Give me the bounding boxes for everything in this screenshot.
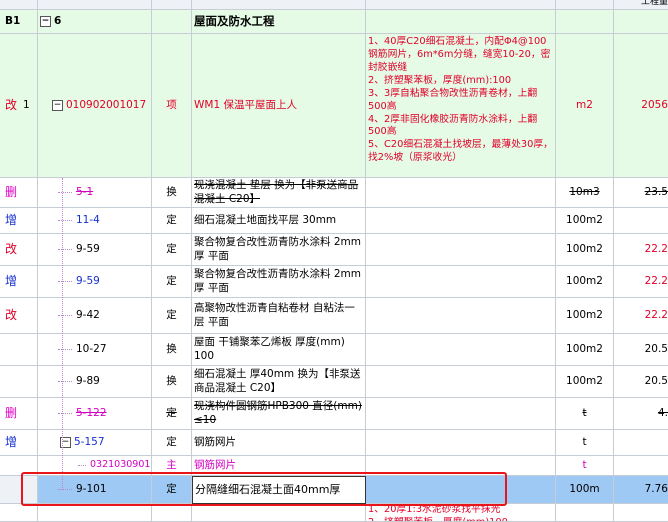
item-qty: 2056	[614, 34, 668, 178]
quota-unit: t	[556, 430, 614, 456]
quota-qty: 20.5	[614, 334, 668, 366]
quota-unit: 100m2	[556, 208, 614, 234]
quota-unit: t	[556, 398, 614, 430]
material-code: 0321030901	[90, 459, 151, 471]
quota-code: 5-157	[74, 435, 105, 448]
quota-name: 聚合物复合改性沥青防水涂料 2mm厚 平面	[192, 266, 366, 298]
status-flag	[0, 456, 38, 476]
quota-name: 细石混凝土地面找平层 30mm	[192, 208, 366, 234]
quota-unit: 100m2	[556, 266, 614, 298]
quota-qty: 20.5	[614, 366, 668, 398]
selected-quota-row[interactable]: 9-101 定 分隔缝细石混凝土面40mm厚 100m 7.76	[0, 476, 668, 504]
item-name: WM1 保温平屋面上人	[192, 34, 366, 178]
collapse-icon[interactable]: −	[40, 16, 51, 27]
quota-name: 屋面 干铺聚苯乙烯板 厚度(mm) 100	[192, 334, 366, 366]
quota-row[interactable]: 增 11-4 定 细石混凝土地面找平层 30mm 100m2	[0, 208, 668, 234]
status-flag: 删	[0, 398, 38, 430]
quota-qty: 7.76	[614, 476, 668, 504]
item-unit: m2	[556, 34, 614, 178]
section-title: 屋面及防水工程	[192, 10, 366, 34]
status-flag: 增	[0, 208, 38, 234]
status-flag: 增	[0, 266, 38, 298]
quota-unit: 100m2	[556, 234, 614, 266]
quota-unit: 100m2	[556, 298, 614, 334]
collapse-icon[interactable]: −	[52, 100, 63, 111]
quota-qty: 23.5	[614, 178, 668, 208]
quota-type: 换	[152, 334, 192, 366]
quota-name: 现浇混凝土 垫层 换为【非泵送商品混凝土 C20】	[192, 178, 366, 208]
quota-name: 钢筋网片	[192, 430, 366, 456]
status-flag	[0, 476, 38, 504]
quota-row[interactable]: 增 9-59 定 聚合物复合改性沥青防水涂料 2mm厚 平面 100m2 22.…	[0, 266, 668, 298]
tree-connector	[62, 178, 63, 490]
quota-grid: 工程量 B1 − 6 屋面及防水工程 改 1 − 010902001017 项 …	[0, 0, 668, 522]
material-qty	[614, 456, 668, 476]
header-fragment: 工程量	[614, 0, 668, 10]
quota-code: 9-59	[76, 274, 100, 287]
quota-unit: 100m	[556, 476, 614, 504]
section-id: B1	[0, 10, 38, 34]
quota-qty: 22.2	[614, 298, 668, 334]
quota-type: 定	[152, 298, 192, 334]
section-number: 6	[54, 14, 62, 27]
material-row[interactable]: 0321030901 主 钢筋网片 t	[0, 456, 668, 476]
material-name: 钢筋网片	[192, 456, 366, 476]
item-type: 项	[152, 34, 192, 178]
quota-code: 9-59	[76, 242, 100, 255]
quota-name: 细石混凝土 厚40mm 换为【非泵送商品混凝土 C20】	[192, 366, 366, 398]
next-item-features: 1、20厚1:3水泥砂浆找平抹光 2、挤塑聚苯板，厚度(mm)100	[366, 504, 556, 522]
quota-name-editor[interactable]: 分隔缝细石混凝土面40mm厚	[192, 476, 366, 504]
quota-code: 5-1	[76, 185, 94, 198]
quota-type: 定	[152, 208, 192, 234]
quota-row[interactable]: 增 −5-157 定 钢筋网片 t	[0, 430, 668, 456]
header-fragment-row: 工程量	[0, 0, 668, 10]
quota-unit: 10m3	[556, 178, 614, 208]
quota-type: 定	[152, 430, 192, 456]
quota-type: 换	[152, 178, 192, 208]
quota-type: 换	[152, 366, 192, 398]
quota-row[interactable]: 9-89 换 细石混凝土 厚40mm 换为【非泵送商品混凝土 C20】 100m…	[0, 366, 668, 398]
status-flag	[0, 366, 38, 398]
quota-type: 定	[152, 234, 192, 266]
quota-qty: 22.2	[614, 266, 668, 298]
material-unit: t	[556, 456, 614, 476]
status-flag: 增	[0, 430, 38, 456]
row-index: 1	[23, 98, 30, 111]
item-features: 1、40厚C20细石混凝土，内配Φ4@100钢筋网片，6m*6m分缝，缝宽10-…	[366, 34, 556, 178]
quota-type: 定	[152, 266, 192, 298]
status-flag	[0, 334, 38, 366]
quota-type: 定	[152, 398, 192, 430]
quota-code: 9-101	[76, 482, 107, 495]
status-flag: 删	[0, 178, 38, 208]
quota-code: 11-4	[76, 213, 100, 226]
quota-qty: 4.	[614, 398, 668, 430]
material-type: 主	[152, 456, 192, 476]
section-row[interactable]: B1 − 6 屋面及防水工程	[0, 10, 668, 34]
quota-row[interactable]: 删 5-122 定 现浇构件圆钢筋HPB300 直径(mm) ≤10 t 4.	[0, 398, 668, 430]
quota-qty: 22.2	[614, 234, 668, 266]
quota-unit: 100m2	[556, 334, 614, 366]
quota-row[interactable]: 10-27 换 屋面 干铺聚苯乙烯板 厚度(mm) 100 100m2 20.5	[0, 334, 668, 366]
quota-qty	[614, 208, 668, 234]
quota-code: 5-122	[76, 406, 107, 419]
quota-name: 聚合物复合改性沥青防水涂料 2mm厚 平面	[192, 234, 366, 266]
item-code: 010902001017	[66, 98, 147, 111]
status-flag: 改	[5, 97, 18, 112]
quota-code: 10-27	[76, 342, 107, 355]
quota-unit: 100m2	[556, 366, 614, 398]
quota-row[interactable]: 删 5-1 换 现浇混凝土 垫层 换为【非泵送商品混凝土 C20】 10m3 2…	[0, 178, 668, 208]
status-flag: 改	[0, 298, 38, 334]
next-item-row[interactable]: 1、20厚1:3水泥砂浆找平抹光 2、挤塑聚苯板，厚度(mm)100	[0, 504, 668, 522]
quota-qty	[614, 430, 668, 456]
status-flag: 改	[0, 234, 38, 266]
main-item-row[interactable]: 改 1 − 010902001017 项 WM1 保温平屋面上人 1、40厚C2…	[0, 34, 668, 178]
quota-row[interactable]: 改 9-59 定 聚合物复合改性沥青防水涂料 2mm厚 平面 100m2 22.…	[0, 234, 668, 266]
quota-type: 定	[152, 476, 192, 504]
quota-row[interactable]: 改 9-42 定 高聚物改性沥青自粘卷材 自粘法一层 平面 100m2 22.2	[0, 298, 668, 334]
quota-code: 9-42	[76, 308, 100, 321]
quota-name: 高聚物改性沥青自粘卷材 自粘法一层 平面	[192, 298, 366, 334]
quota-name: 现浇构件圆钢筋HPB300 直径(mm) ≤10	[192, 398, 366, 430]
quota-code: 9-89	[76, 374, 100, 387]
